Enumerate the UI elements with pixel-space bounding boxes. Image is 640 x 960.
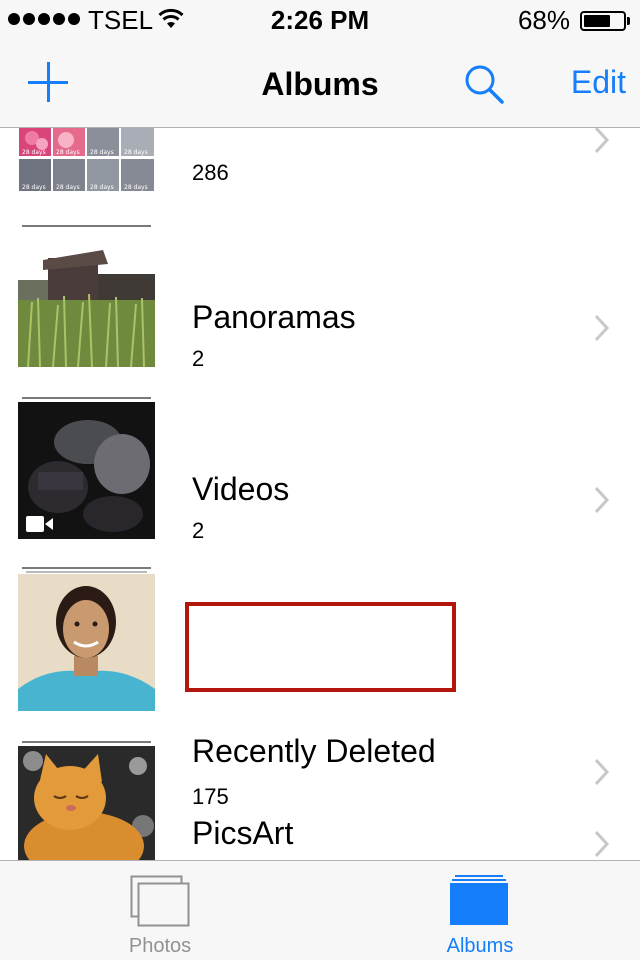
edit-button[interactable]: Edit — [571, 64, 626, 101]
album-row-all-photos[interactable]: 28 days 28 days 28 days 28 days 28 days … — [0, 128, 640, 193]
album-list[interactable]: 28 days 28 days 28 days 28 days 28 days … — [0, 128, 640, 860]
photo-grid-thumbnail: 28 days 28 days 28 days 28 days 28 days … — [18, 128, 155, 193]
album-thumbnail — [18, 230, 155, 367]
thumb-label: 28 days — [22, 184, 46, 191]
album-count: 2 — [192, 346, 205, 371]
albums-tab-icon — [450, 875, 508, 925]
thumb-label: 28 days — [90, 184, 114, 191]
thumb-label: 28 days — [22, 149, 46, 156]
chevron-right-icon — [594, 314, 610, 342]
thumb-label: 28 days — [56, 149, 80, 156]
navigation-bar: Albums Edit — [0, 40, 640, 128]
panorama-photo — [18, 230, 155, 367]
album-thumbnail — [18, 574, 155, 711]
album-thumbnail: 28 days 28 days 28 days 28 days 28 days … — [18, 128, 155, 193]
status-bar: TSEL 2:26 PM 68% — [0, 0, 640, 40]
search-icon[interactable] — [462, 62, 506, 106]
photos-tab-icon — [130, 875, 190, 927]
thumb-label: 28 days — [56, 184, 80, 191]
album-row-picsart[interactable]: PicsArt 2 — [0, 737, 640, 860]
chevron-right-icon — [594, 486, 610, 514]
album-name: Videos — [192, 471, 290, 507]
portrait-photo — [18, 574, 155, 711]
tab-albums[interactable]: Albums — [320, 861, 640, 960]
tab-label: Photos — [128, 935, 192, 957]
cat-photo — [18, 746, 155, 860]
album-name: PicsArt — [192, 815, 294, 851]
album-count: 286 — [192, 160, 229, 185]
album-count: 2 — [192, 518, 205, 543]
album-row-panoramas[interactable]: Panoramas 2 — [0, 221, 640, 393]
page-title: Albums — [261, 66, 379, 102]
thumb-label: 28 days — [124, 184, 148, 191]
album-thumbnail — [18, 402, 155, 539]
album-row-recently-deleted[interactable]: Recently Deleted 175 — [0, 565, 640, 809]
video-camera-icon — [26, 516, 53, 532]
iphone-screen: TSEL 2:26 PM 68% Albums Edit 28 days 28 … — [0, 0, 640, 960]
album-name: Panoramas — [192, 299, 356, 335]
tab-photos[interactable]: Photos — [0, 861, 320, 960]
battery-icon — [580, 11, 630, 31]
chevron-right-icon — [594, 830, 610, 858]
album-row-videos[interactable]: Videos 2 — [0, 393, 640, 565]
tab-bar: Photos Albums — [0, 860, 640, 960]
tab-label: Albums — [446, 935, 514, 957]
chevron-right-icon — [594, 128, 610, 154]
thumb-label: 28 days — [124, 149, 148, 156]
battery-percentage: 68% — [517, 5, 570, 35]
album-thumbnail — [18, 746, 155, 860]
thumb-label: 28 days — [90, 149, 114, 156]
